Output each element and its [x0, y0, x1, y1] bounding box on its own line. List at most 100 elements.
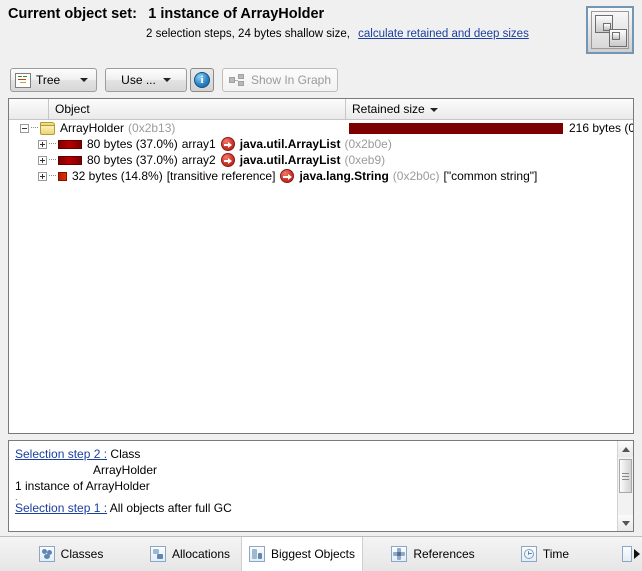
- column-header-retained-size-label: Retained size: [352, 102, 425, 116]
- row-size: 80 bytes (37.0%): [87, 137, 178, 151]
- info-panel-scrollbar[interactable]: [617, 441, 633, 531]
- header-value: 1 instance of ArrayHolder: [148, 6, 325, 22]
- tab-classes-label: Classes: [60, 547, 104, 561]
- expand-toggle-icon[interactable]: [38, 139, 47, 149]
- chevron-down-icon: [621, 520, 630, 526]
- tab-references-label: References: [413, 547, 475, 561]
- use-dropdown-label: Use ...: [121, 73, 156, 87]
- row-type: java.util.ArrayList: [239, 153, 341, 167]
- column-header-spacer[interactable]: [9, 99, 49, 119]
- red-arrow-icon: [220, 153, 235, 167]
- biggest-objects-icon: [248, 546, 265, 562]
- column-header-object[interactable]: Object: [49, 99, 346, 119]
- tree-view-icon: [15, 72, 31, 88]
- row-type: java.util.ArrayList: [239, 137, 341, 151]
- tab-biggest-objects[interactable]: Biggest Objects: [241, 537, 363, 571]
- instance-count-line: 1 instance of ArrayHolder: [15, 479, 150, 493]
- selection-steps-panel: Selection step 2 : Class ArrayHolder 1 i…: [8, 440, 634, 532]
- tree-connector: [31, 127, 38, 129]
- row-address: (0x2b0e): [344, 137, 392, 151]
- collapse-toggle-icon[interactable]: [20, 123, 29, 133]
- scroll-down-button[interactable]: [618, 515, 633, 531]
- allocations-icon: [149, 546, 166, 562]
- retained-size-bar: [349, 122, 563, 134]
- view-mode-label: Tree: [36, 73, 61, 87]
- expand-toggle-icon[interactable]: [38, 171, 47, 181]
- row-field-name: [transitive reference]: [166, 169, 276, 183]
- tab-allocations-label: Allocations: [171, 547, 231, 561]
- table-row[interactable]: 32 bytes (14.8%) [transitive reference] …: [9, 168, 633, 184]
- tree-connector: [49, 143, 56, 145]
- folder-icon: [40, 121, 55, 135]
- sort-descending-icon: [429, 107, 438, 112]
- tab-references[interactable]: References: [373, 537, 493, 571]
- row-size: 80 bytes (37.0%): [87, 153, 178, 167]
- tab-biggest-objects-label: Biggest Objects: [270, 547, 356, 561]
- chevron-down-icon: [162, 78, 171, 82]
- tab-allocations[interactable]: Allocations: [134, 537, 246, 571]
- row-field-name: array2: [181, 153, 216, 167]
- show-in-graph-button[interactable]: Show In Graph: [222, 68, 338, 92]
- tab-time[interactable]: Time: [503, 537, 587, 571]
- red-arrow-icon: [220, 137, 235, 151]
- chevron-up-icon: [621, 446, 630, 452]
- tab-classes[interactable]: Classes: [16, 537, 126, 571]
- row-field-name: array1: [181, 137, 216, 151]
- toolbar: Tree Use ... i Show In Graph: [0, 62, 642, 98]
- selection-step-1-link[interactable]: Selection step 1 :: [15, 501, 107, 515]
- table-row[interactable]: ArrayHolder (0x2b13) 216 bytes (0 %): [9, 120, 633, 136]
- graph-icon: [228, 74, 245, 86]
- size-bar-icon: [58, 171, 67, 181]
- selection-step-2-line: Selection step 2 : Class: [15, 446, 616, 462]
- biggest-objects-icon: [586, 6, 634, 54]
- tab-time-label: Time: [542, 547, 570, 561]
- selection-step-1-text: All objects after full GC: [109, 501, 232, 515]
- expand-toggle-icon[interactable]: [38, 155, 47, 165]
- red-arrow-icon: [280, 169, 295, 183]
- header-bar: Current object set: 1 instance of ArrayH…: [0, 0, 642, 62]
- row-value: ["common string"]: [443, 169, 538, 183]
- scrollbar-thumb[interactable]: [619, 459, 632, 493]
- header-title-row: Current object set: 1 instance of ArrayH…: [8, 6, 324, 22]
- table-row-object-cell: 80 bytes (37.0%) array1 java.util.ArrayL…: [9, 136, 392, 152]
- table-row[interactable]: 80 bytes (37.0%) array2 java.util.ArrayL…: [9, 152, 633, 168]
- tree-connector: [49, 159, 56, 161]
- size-bar-icon: [58, 139, 82, 149]
- retained-size-label: 216 bytes (0 %): [569, 121, 634, 135]
- info-button[interactable]: i: [190, 68, 214, 92]
- object-name: ArrayHolder: [60, 121, 125, 135]
- chevron-down-icon: [80, 78, 88, 82]
- row-address: (0xeb9): [344, 153, 386, 167]
- selection-step-2-text: Class: [110, 447, 141, 461]
- row-address: (0x2b0c): [392, 169, 440, 183]
- overflow-tab-icon: [622, 546, 632, 562]
- tree-rows: ArrayHolder (0x2b13) 216 bytes (0 %) 80 …: [9, 120, 633, 184]
- row-size: 32 bytes (14.8%): [72, 169, 163, 183]
- more-tabs-arrow-icon[interactable]: [622, 537, 640, 571]
- view-mode-dropdown[interactable]: Tree: [10, 68, 97, 92]
- header-subtitle-row: 2 selection steps, 24 bytes shallow size…: [146, 28, 529, 40]
- selection-step-2-class: ArrayHolder: [93, 463, 158, 477]
- classes-icon: [38, 546, 55, 562]
- calculate-sizes-link[interactable]: calculate retained and deep sizes: [358, 28, 529, 40]
- use-dropdown[interactable]: Use ...: [105, 68, 187, 92]
- object-address: (0x2b13): [128, 121, 176, 135]
- header-label: Current object set:: [8, 6, 137, 22]
- row-type: java.lang.String: [299, 169, 389, 183]
- table-header-row: Object Retained size: [9, 99, 633, 120]
- table-row-object-cell: ArrayHolder (0x2b13): [9, 120, 175, 136]
- column-header-retained-size[interactable]: Retained size: [346, 99, 633, 119]
- selection-step-1-line: Selection step 1 : All objects after ful…: [15, 500, 616, 516]
- chevron-right-icon: [634, 549, 640, 559]
- object-tree-panel: Object Retained size ArrayHolder (0x2b13…: [8, 98, 634, 434]
- selection-step-2-link[interactable]: Selection step 2 :: [15, 447, 107, 461]
- table-row[interactable]: 80 bytes (37.0%) array1 java.util.ArrayL…: [9, 136, 633, 152]
- grip-icon: [622, 473, 629, 474]
- references-icon: [391, 546, 408, 562]
- scroll-up-button[interactable]: [618, 441, 633, 457]
- size-bar-icon: [58, 155, 82, 165]
- selection-steps-text: Selection step 2 : Class ArrayHolder 1 i…: [9, 441, 616, 531]
- table-row-object-cell: 32 bytes (14.8%) [transitive reference] …: [9, 168, 537, 184]
- table-row-retained-cell: 216 bytes (0 %): [346, 120, 634, 136]
- time-icon: [520, 546, 537, 562]
